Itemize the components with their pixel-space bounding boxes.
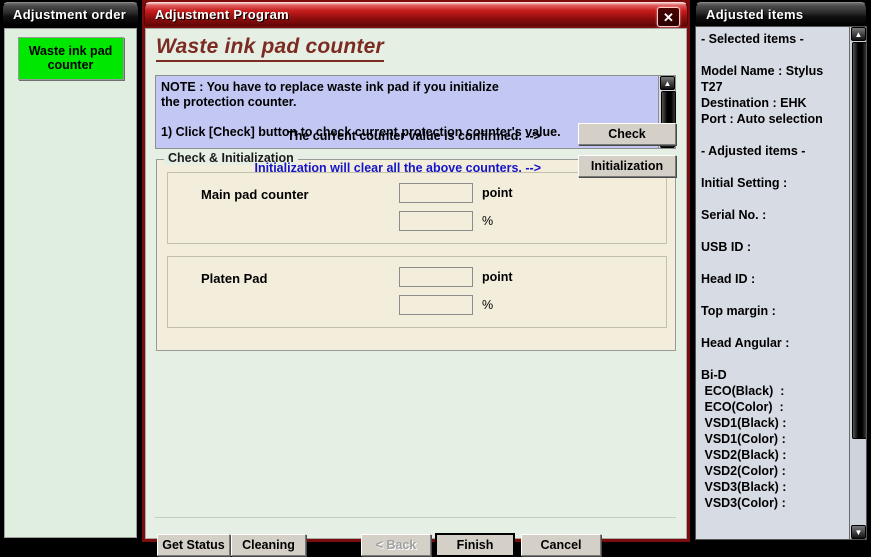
application-window: Adjustment order Waste ink pad counter A…: [0, 0, 871, 557]
close-icon[interactable]: ✕: [657, 7, 680, 27]
initialization-hint-text: Initialization will clear all the above …: [254, 161, 541, 175]
main-content: Waste ink pad counter NOTE : You have to…: [145, 28, 687, 557]
adjustment-order-list: Waste ink pad counter: [4, 28, 137, 538]
scrollbar-thumb[interactable]: [852, 42, 866, 439]
platen-pad-percent-unit: %: [482, 298, 494, 312]
adjusted-items-scrollbar[interactable]: ▲ ▼: [849, 27, 866, 539]
initialization-button[interactable]: Initialization: [578, 155, 676, 177]
get-status-button[interactable]: Get Status: [157, 534, 230, 556]
back-button: < Back: [361, 534, 431, 556]
adjusted-items-panel: Adjusted items - Selected items - Model …: [691, 0, 871, 542]
scroll-up-icon[interactable]: ▲: [851, 27, 866, 41]
main-pad-counter-label: Main pad counter: [201, 187, 309, 202]
adjustment-program-window: Adjustment Program ✕ Waste ink pad count…: [142, 0, 690, 557]
platen-pad-point-input[interactable]: [399, 267, 473, 287]
cancel-button[interactable]: Cancel: [521, 534, 601, 556]
adjusted-items-text: - Selected items - Model Name : Stylus T…: [701, 32, 824, 510]
platen-pad-percent-input[interactable]: [399, 295, 473, 315]
page-title: Waste ink pad counter: [156, 35, 384, 62]
main-pad-counter-row: Main pad counter point %: [167, 172, 667, 244]
main-pad-counter-percent-input[interactable]: [399, 211, 473, 231]
platen-pad-point-unit: point: [482, 270, 513, 284]
main-pad-counter-point-unit: point: [482, 186, 513, 200]
footer-divider: [155, 517, 676, 518]
cleaning-button[interactable]: Cleaning: [231, 534, 306, 556]
check-hint-text: The current counter value is confirmed. …: [287, 129, 541, 143]
main-title-label: Adjustment Program: [155, 6, 289, 22]
adjustment-order-titlebar: Adjustment order: [2, 2, 139, 26]
adjusted-items-title-label: Adjusted items: [706, 6, 804, 22]
main-pad-counter-percent-unit: %: [482, 214, 494, 228]
scroll-up-icon[interactable]: ▲: [660, 76, 675, 90]
finish-button[interactable]: Finish: [435, 533, 515, 557]
platen-pad-label: Platen Pad: [201, 271, 268, 286]
adjustment-order-title-label: Adjustment order: [13, 6, 127, 22]
main-titlebar: Adjustment Program ✕: [144, 2, 688, 27]
check-button[interactable]: Check: [578, 123, 676, 145]
main-pad-counter-point-input[interactable]: [399, 183, 473, 203]
platen-pad-row: Platen Pad point %: [167, 256, 667, 328]
sidebar-item-waste-ink-pad-counter[interactable]: Waste ink pad counter: [17, 37, 124, 80]
check-initialization-group: Main pad counter point % Platen Pad poin…: [156, 159, 676, 351]
adjusted-items-content: - Selected items - Model Name : Stylus T…: [695, 26, 867, 540]
adjusted-items-titlebar: Adjusted items: [695, 2, 867, 26]
adjustment-order-panel: Adjustment order Waste ink pad counter: [0, 0, 141, 542]
scroll-down-icon[interactable]: ▼: [851, 525, 866, 539]
